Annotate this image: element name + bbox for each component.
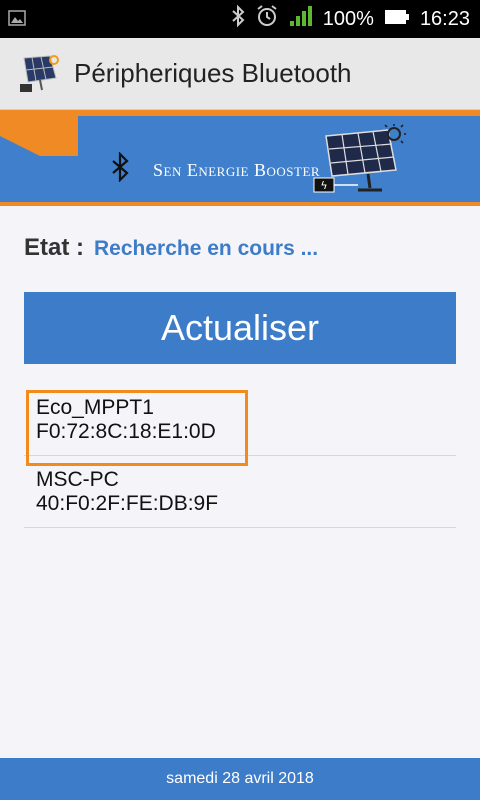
clock: 16:23 bbox=[419, 7, 470, 30]
state-label: Etat : bbox=[24, 234, 84, 261]
list-item[interactable]: Eco_MPPT1 F0:72:8C:18:E1:0D bbox=[24, 384, 456, 466]
status-bar: 100% 16:23 bbox=[0, 0, 480, 38]
main-content: Etat : Recherche en cours ... Actualiser… bbox=[0, 206, 480, 758]
battery-icon bbox=[384, 8, 410, 31]
device-address: 40:F0:2F:FE:DB:9F bbox=[36, 492, 219, 515]
action-bar: Péripheriques Bluetooth bbox=[0, 38, 480, 110]
solar-panel-icon: ϟ bbox=[312, 124, 412, 199]
signal-icon bbox=[289, 5, 313, 33]
svg-text:ϟ: ϟ bbox=[320, 179, 327, 192]
device-name: MSC-PC bbox=[36, 468, 119, 491]
brand-banner: Sen Energie Booster ϟ bbox=[0, 110, 480, 206]
page-title: Péripheriques Bluetooth bbox=[74, 58, 352, 88]
banner-corner-decoration bbox=[0, 110, 78, 156]
state-value: Recherche en cours ... bbox=[94, 237, 319, 260]
state-row: Etat : Recherche en cours ... bbox=[24, 234, 318, 262]
image-icon bbox=[8, 10, 26, 31]
refresh-button[interactable]: Actualiser bbox=[24, 292, 456, 364]
bluetooth-icon bbox=[110, 151, 130, 187]
device-address: F0:72:8C:18:E1:0D bbox=[36, 420, 216, 443]
footer-date: samedi 28 avril 2018 bbox=[0, 758, 480, 800]
list-item[interactable]: MSC-PC 40:F0:2F:FE:DB:9F bbox=[24, 456, 456, 528]
bluetooth-icon bbox=[231, 4, 245, 34]
brand-name: Sen Energie Booster bbox=[153, 160, 321, 180]
alarm-icon bbox=[255, 4, 279, 34]
solar-panel-icon[interactable] bbox=[18, 54, 62, 94]
device-name: Eco_MPPT1 bbox=[36, 396, 154, 419]
device-list: Eco_MPPT1 F0:72:8C:18:E1:0D MSC-PC 40:F0… bbox=[24, 384, 456, 528]
battery-percent: 100% bbox=[322, 7, 374, 30]
